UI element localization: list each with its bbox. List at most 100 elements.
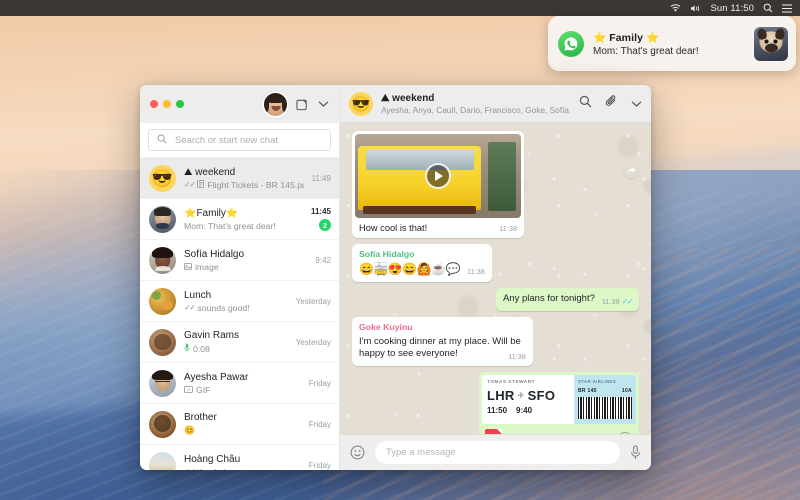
chat-header[interactable]: 😎 ⛰ weekend Ayesha, Anya, Caulí, Dario, … [340,85,651,123]
chat-list-item-sofia-hidalgo[interactable]: Sofía Hidalgo image 9:42 [140,240,339,281]
zoom-button[interactable] [176,100,184,108]
document-icon [197,179,205,190]
message-sender: Sofía Hidalgo [359,249,415,260]
download-icon[interactable] [617,431,633,434]
chat-time: 11:49 [311,173,331,183]
sidebar-menu-chevron-down-icon[interactable] [318,100,329,108]
chat-header-title: ⛰ weekend [381,92,435,104]
message-incoming-text: Goke Kuyinu I'm cooking dinner at my pla… [352,317,639,367]
menu-bar-clock[interactable]: Sun 11:50 [710,3,754,14]
microphone-icon [184,343,190,354]
window-controls [150,100,184,108]
avatar: 😎 [149,164,176,192]
paperclip-icon[interactable] [605,94,618,113]
new-chat-compose-icon[interactable] [296,98,309,111]
message-bubble[interactable]: How cool is that! 11:38 [352,131,524,239]
avatar [149,328,176,356]
message-document-ticket: TOMAS STEWART LHR ✈ SFO 11:50 9:40 STAR … [352,372,639,434]
flight-codes: BR 145 10A [578,387,632,394]
chat-preview: G GIF [184,385,301,395]
flight-times: 11:50 9:40 [487,406,533,416]
emoji-smiley-icon[interactable] [350,445,365,460]
barcode-icon [578,397,632,420]
user-profile-avatar[interactable] [264,92,287,116]
chat-name: Sofía Hidalgo [184,248,245,260]
chat-menu-chevron-down-icon[interactable] [631,95,642,113]
message-composer: Type a message [340,434,651,470]
chat-time: Yesterday [295,337,331,347]
microphone-icon[interactable] [630,445,641,460]
avatar [149,205,176,233]
chat-name: ⛰ weekend [184,166,236,178]
close-button[interactable] [150,100,158,108]
control-center-icon[interactable] [782,3,792,13]
svg-text:G: G [187,387,190,392]
chat-list-item-family[interactable]: ⭐Family⭐ Mom: That's great dear! 11:45 2 [140,199,339,240]
video-thumbnail[interactable] [355,134,521,218]
avatar [149,287,176,315]
image-icon [184,262,192,272]
chat-list-item-weekend[interactable]: 😎 ⛰ weekend ✓✓ Flight Tickets - BR 145.p… [140,158,339,199]
search-input[interactable]: Search or start new chat [148,129,331,151]
chat-preview: image [184,262,307,272]
chat-preview: 0:08 [184,343,288,354]
chat-header-avatar[interactable]: 😎 [349,91,373,116]
minimize-button[interactable] [163,100,171,108]
chat-name: Brother [184,412,217,423]
chat-name: Hoàng Châu [184,453,241,465]
chat-list[interactable]: 😎 ⛰ weekend ✓✓ Flight Tickets - BR 145.p… [140,158,339,470]
chat-list-item-hoang-chau[interactable]: Hoàng Châu ✓✓ thanks! Friday [140,445,339,470]
notification-banner[interactable]: ⭐ Family ⭐ Mom: That's great dear! [548,16,796,71]
message-input-placeholder: Type a message [386,447,456,458]
message-text: I'm cooking dinner at my place. Will be … [359,335,521,360]
pdf-file-icon: PDF [485,429,502,434]
avatar [149,369,176,397]
play-button-icon[interactable] [425,163,451,189]
notification-title: ⭐ Family ⭐ [593,31,660,44]
chat-preview: ✓✓ thanks! [184,467,301,471]
search-placeholder: Search or start new chat [175,134,278,146]
chat-list-item-brother[interactable]: Brother 😊 Friday [140,404,339,445]
attachment-row[interactable]: PDF Flight Tickets - BR 14... [479,424,639,434]
avatar [149,246,176,274]
read-check-icon: ✓✓ [621,296,634,306]
message-caption: How cool is that! [359,223,428,233]
chat-header-participants: Ayesha, Anya, Caulí, Dario, Francisco, G… [381,104,570,115]
macos-menu-bar: Sun 11:50 [0,0,800,16]
forward-arrow-icon[interactable] [623,161,640,178]
spotlight-search-icon[interactable] [763,3,773,13]
chat-search-icon[interactable] [579,95,592,113]
chat-time: Friday [308,460,331,470]
sent-tick-icon: ✓✓ [184,467,196,470]
message-time: 11:38 [508,352,526,362]
desktop: Sun 11:50 ⭐ Family ⭐ Mom: That's great d… [0,0,800,500]
wifi-icon[interactable] [670,3,681,13]
chat-panel: 😎 ⛰ weekend Ayesha, Anya, Caulí, Dario, … [340,85,651,470]
chat-list-item-gavin-rams[interactable]: Gavin Rams 0:08 Yesterday [140,322,339,363]
message-time: 11:38 [499,224,517,233]
chat-list-item-ayesha-pawar[interactable]: Ayesha Pawar G GIF Friday [140,363,339,404]
volume-icon[interactable] [690,4,701,13]
boarding-pass-preview[interactable]: TOMAS STEWART LHR ✈ SFO 11:50 9:40 STAR … [482,375,636,425]
message-bubble[interactable]: Any plans for tonight? 11:39 ✓✓ [495,287,639,312]
chat-time: Friday [308,378,331,388]
message-bubble[interactable]: Goke Kuyinu I'm cooking dinner at my pla… [352,317,533,367]
avatar [149,410,176,438]
sidebar-header [140,85,339,123]
message-list[interactable]: How cool is that! 11:38 Sofía Hidalgo 😄🚋… [340,123,651,434]
message-bubble[interactable]: TOMAS STEWART LHR ✈ SFO 11:50 9:40 STAR … [479,372,639,434]
chat-name: ⭐Family⭐ [184,207,239,219]
whatsapp-window: Search or start new chat 😎 ⛰ weekend ✓✓ [140,85,651,470]
gif-icon: G [184,385,193,395]
message-input[interactable]: Type a message [375,441,620,464]
sent-tick-icon: ✓✓ [184,180,196,189]
chat-name: Ayesha Pawar [184,371,249,383]
chat-name: Gavin Rams [184,330,240,341]
message-emoji: Sofía Hidalgo 😄🚋😍😄🙆☕💬 11:38 [352,244,639,282]
notification-avatar [754,26,788,61]
airline-name: STAR AIRLINES [578,379,617,385]
chat-list-item-lunch[interactable]: Lunch ✓✓ sounds good! Yesterday [140,281,339,322]
chat-preview: Mom: That's great dear! [184,220,276,231]
chat-preview: ✓✓ sounds good! [184,302,250,313]
message-bubble[interactable]: Sofía Hidalgo 😄🚋😍😄🙆☕💬 11:38 [352,244,492,282]
